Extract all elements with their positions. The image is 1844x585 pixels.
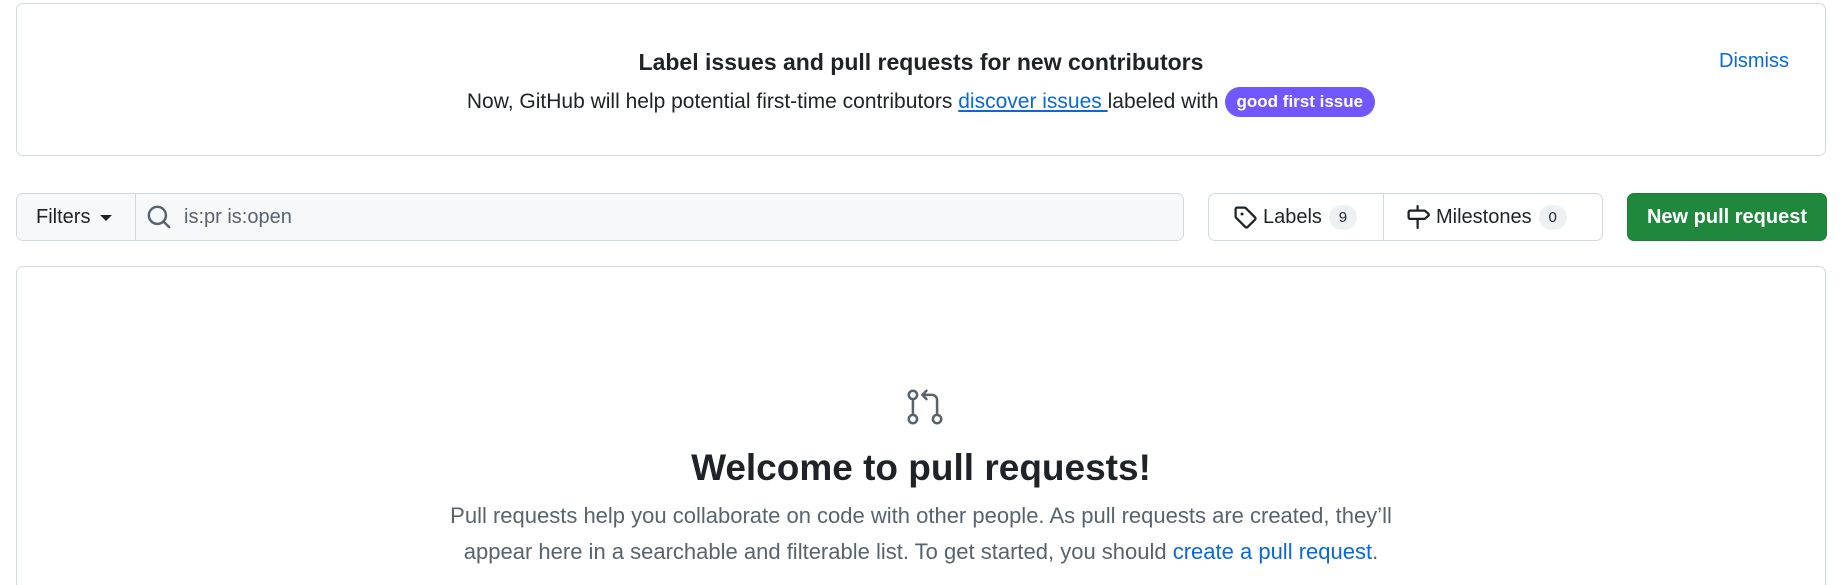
blankslate-line-2: appear here in a searchable and filterab… xyxy=(17,534,1825,570)
filters-button[interactable]: Filters xyxy=(17,194,136,240)
search-input[interactable] xyxy=(184,194,1183,240)
discover-issues-link[interactable]: discover issues xyxy=(958,90,1107,113)
tag-icon xyxy=(1234,206,1257,229)
banner-title: Label issues and pull requests for new c… xyxy=(638,49,1204,75)
dismiss-button[interactable]: Dismiss xyxy=(1719,47,1789,75)
labels-milestones-group: Labels 9 Milestones 0 xyxy=(1208,193,1603,241)
labels-count: 9 xyxy=(1328,204,1357,230)
blankslate-line-2-text: appear here in a searchable and filterab… xyxy=(463,539,1173,564)
milestones-button[interactable]: Milestones 0 xyxy=(1384,194,1602,240)
create-pull-request-link[interactable]: create a pull request xyxy=(1173,539,1372,564)
labels-button[interactable]: Labels 9 xyxy=(1209,194,1384,240)
first-contributors-banner: Label issues and pull requests for new c… xyxy=(16,3,1826,156)
caret-down-icon xyxy=(100,215,113,221)
milestones-label: Milestones xyxy=(1436,205,1532,228)
blankslate-title: Welcome to pull requests! xyxy=(691,447,1151,488)
new-pull-request-button[interactable]: New pull request xyxy=(1627,193,1827,241)
search-box xyxy=(136,194,1183,240)
banner-text: Now, GitHub will help potential first-ti… xyxy=(17,86,1825,118)
git-pull-request-icon xyxy=(907,389,943,425)
labels-label: Labels xyxy=(1263,205,1322,228)
blankslate-line-2-end: . xyxy=(1372,539,1379,564)
milestone-icon xyxy=(1407,205,1430,229)
pull-requests-blankslate: Welcome to pull requests! Pull requests … xyxy=(16,266,1826,585)
banner-text-after: labeled with xyxy=(1107,90,1219,113)
search-icon xyxy=(147,205,171,229)
banner-text-before: Now, GitHub will help potential first-ti… xyxy=(466,90,959,113)
blankslate-description: Pull requests help you collaborate on co… xyxy=(17,498,1825,570)
filters-label: Filters xyxy=(36,205,91,228)
blankslate-line-1: Pull requests help you collaborate on co… xyxy=(450,503,1392,528)
milestones-count: 0 xyxy=(1538,204,1567,230)
good-first-issue-label[interactable]: good first issue xyxy=(1224,87,1376,117)
filter-search-group: Filters xyxy=(16,193,1184,241)
